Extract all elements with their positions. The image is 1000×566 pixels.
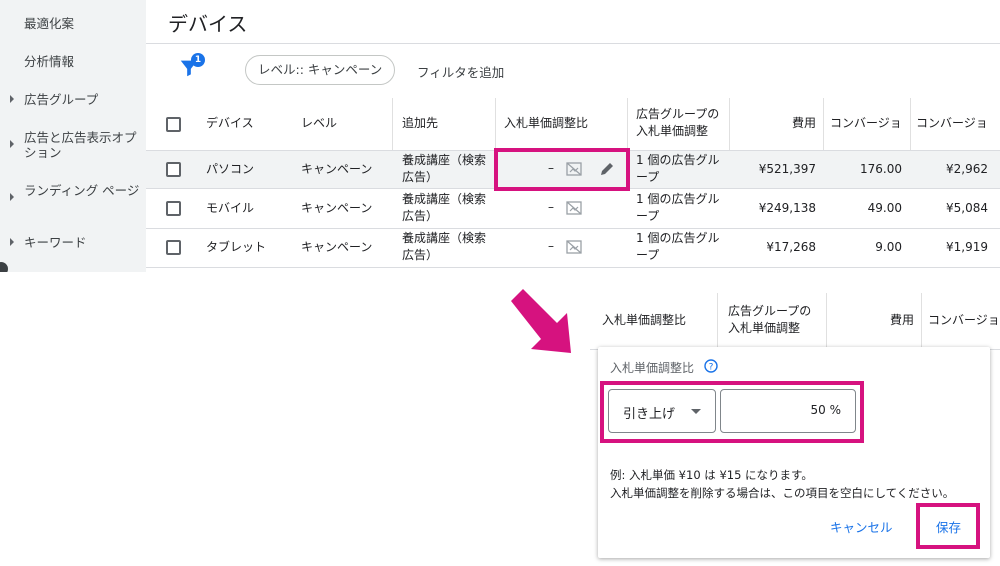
cell-level: キャンペーン <box>301 201 373 215</box>
save-button[interactable]: 保存 <box>936 517 961 536</box>
column-header-bid-adjustment[interactable]: 入札単価調整比 <box>602 312 686 329</box>
example-text: 例: 入札単価 ¥10 は ¥15 になります。 <box>610 468 813 482</box>
sidebar-item-label: 広告と広告表示オプション <box>24 130 137 160</box>
sidebar-item-label: 広告グループ <box>24 92 99 107</box>
no-image-icon <box>566 240 582 254</box>
device-report-screen: 最適化案 分析情報 広告グループ 広告と広告表示オプション ランディング ページ… <box>0 0 1000 272</box>
cell-level: キャンペーン <box>301 240 373 254</box>
sidebar-item-label: キーワード <box>24 235 87 250</box>
expand-arrow-icon <box>10 193 14 201</box>
select-all-checkbox[interactable] <box>166 117 181 132</box>
column-header-adgroup-bid[interactable]: 広告グループの 入札単価調整 <box>636 106 728 140</box>
column-header-added-to[interactable]: 追加先 <box>402 115 438 132</box>
column-divider <box>921 293 922 349</box>
column-header-conversions[interactable]: コンバージョ <box>830 115 908 132</box>
cell-cost-per-conversion: ¥1,919 <box>946 240 988 254</box>
cell-cost-per-conversion: ¥2,962 <box>946 162 988 176</box>
cell-added-to[interactable]: 養成講座（検索広告） <box>402 230 490 264</box>
column-header-bid-adjustment[interactable]: 入札単価調整比 <box>504 115 588 132</box>
sidebar-item-label: 最適化案 <box>24 16 75 31</box>
expand-arrow-icon <box>10 140 14 148</box>
row-checkbox[interactable] <box>166 240 181 255</box>
sidebar-item-label: ランディング ページ <box>24 183 140 198</box>
editor-title: 入札単価調整比 <box>610 361 695 375</box>
svg-text:?: ? <box>709 363 714 373</box>
arrow-icon <box>511 289 571 353</box>
column-divider <box>392 98 393 150</box>
percent-value: 50 % <box>810 403 841 417</box>
sidebar: 最適化案 分析情報 広告グループ 広告と広告表示オプション ランディング ページ… <box>0 0 146 272</box>
column-header-adgroup-bid[interactable]: 広告グループの 入札単価調整 <box>728 303 820 337</box>
cell-conversions: 9.00 <box>875 240 902 254</box>
cell-cost: ¥17,268 <box>766 240 816 254</box>
column-header-cost-per-conversion[interactable]: コンバージョ <box>916 115 996 132</box>
cell-adgroup-bid: 1 個の広告グループ <box>636 192 720 223</box>
cell-conversions: 176.00 <box>860 162 902 176</box>
cell-added-to[interactable]: 養成講座（検索広告） <box>402 152 490 186</box>
column-header-conversions[interactable]: コンバージョ <box>928 312 1000 329</box>
cell-level: キャンペーン <box>301 162 373 176</box>
cancel-button[interactable]: キャンセル <box>830 517 893 536</box>
cell-bid-adjustment: – <box>548 239 554 253</box>
divider <box>146 43 1000 44</box>
direction-value: 引き上げ <box>623 407 676 422</box>
column-divider <box>729 98 730 150</box>
bid-adjustment-highlight-box <box>494 148 630 191</box>
cell-cost: ¥249,138 <box>758 201 816 215</box>
filter-count-badge: 1 <box>191 53 205 67</box>
expand-arrow-icon <box>10 95 14 103</box>
sidebar-item-label: 分析情報 <box>24 54 75 69</box>
column-divider <box>495 98 496 150</box>
cell-device: タブレット <box>206 240 267 254</box>
cell-cost: ¥521,397 <box>758 162 816 176</box>
column-header-cost[interactable]: 費用 <box>834 312 914 329</box>
cell-device: モバイル <box>206 201 255 215</box>
add-filter-button[interactable]: フィルタを追加 <box>417 62 504 81</box>
column-divider <box>823 98 824 150</box>
divider <box>146 228 1000 229</box>
cell-added-to[interactable]: 養成講座（検索広告） <box>402 191 490 225</box>
cell-cost-per-conversion: ¥5,084 <box>946 201 988 215</box>
column-header-device[interactable]: デバイス <box>206 115 254 132</box>
column-divider <box>910 98 911 150</box>
page-title: デバイス <box>168 12 248 36</box>
column-divider <box>717 293 718 349</box>
row-checkbox[interactable] <box>166 201 181 216</box>
no-image-icon <box>566 201 582 215</box>
cell-conversions: 49.00 <box>867 201 902 215</box>
column-divider <box>826 293 827 349</box>
column-divider <box>627 98 628 150</box>
column-header-cost[interactable]: 費用 <box>736 115 816 132</box>
removal-note: 入札単価調整を削除する場合は、この項目を空白にしてください。 <box>610 486 955 500</box>
cell-bid-adjustment: – <box>548 200 554 214</box>
adjustment-direction-select[interactable]: 引き上げ <box>608 389 716 433</box>
main-panel: デバイス 1 レベル:: キャンペーン フィルタを追加 デバイス レベル 追加先… <box>146 0 1000 272</box>
zoom-table-header: 入札単価調整比 広告グループの 入札単価調整 費用 コンバージョ <box>590 293 1000 349</box>
divider <box>146 267 1000 268</box>
bid-editor-zoom: 入札単価調整比 広告グループの 入札単価調整 費用 コンバージョ 入札単価調整比… <box>590 293 1000 566</box>
cell-adgroup-bid: 1 個の広告グループ <box>636 153 720 184</box>
dropdown-caret-icon <box>691 409 701 414</box>
device-table: デバイス レベル 追加先 入札単価調整比 広告グループの 入札単価調整 費用 コ… <box>146 98 1000 272</box>
percent-input[interactable]: 50 % <box>720 389 856 433</box>
cell-device: パソコン <box>206 162 255 176</box>
level-filter-chip[interactable]: レベル:: キャンペーン <box>245 55 396 85</box>
column-header-level[interactable]: レベル <box>301 115 337 132</box>
cell-adgroup-bid: 1 個の広告グループ <box>636 231 720 262</box>
expand-arrow-icon <box>10 238 14 246</box>
avatar <box>0 262 8 272</box>
help-icon[interactable]: ? <box>704 359 718 373</box>
row-checkbox[interactable] <box>166 162 181 177</box>
bid-adjustment-editor: 入札単価調整比 ? 引き上げ 50 % 例: 入札単価 ¥10 は ¥15 にな… <box>598 347 990 558</box>
